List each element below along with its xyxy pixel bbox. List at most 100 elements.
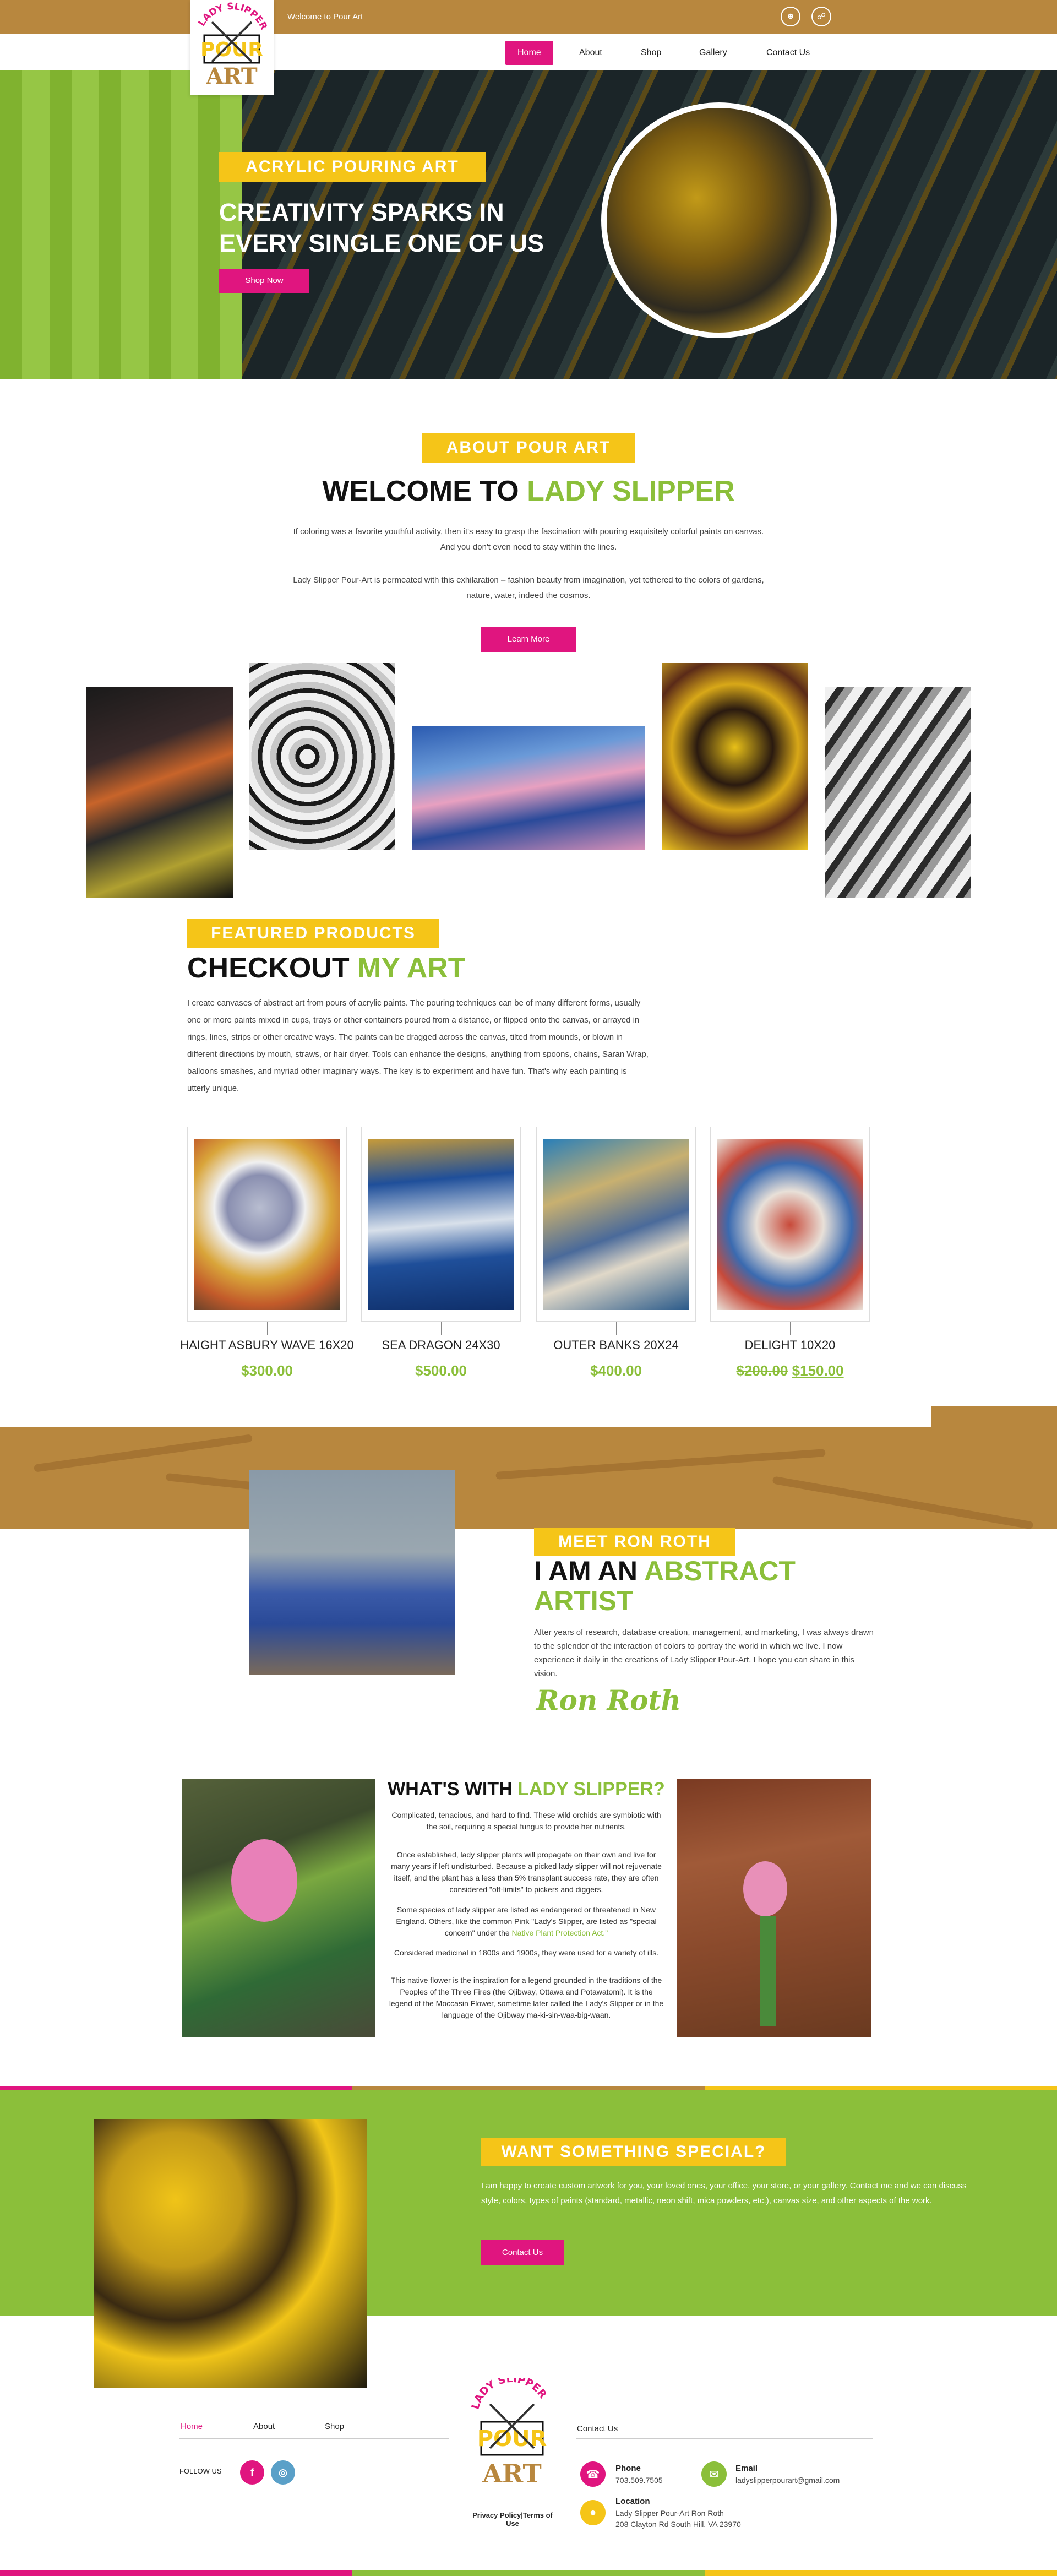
product-card-2[interactable] <box>361 1127 521 1322</box>
artist-photo <box>249 1470 455 1675</box>
svg-text:LADY SLIPPER: LADY SLIPPER <box>196 1 269 31</box>
featured-description: I create canvases of abstract art from p… <box>187 998 649 1093</box>
footer-link-about[interactable]: About <box>253 2422 275 2431</box>
gallery-image-3[interactable] <box>412 726 645 850</box>
product-price-4: $200.00 $150.00 <box>699 1362 881 1379</box>
follow-us-label: FOLLOW US <box>179 2467 222 2475</box>
user-icon[interactable]: ☻ <box>781 7 800 26</box>
product-image-2[interactable] <box>368 1139 514 1310</box>
shop-now-button[interactable]: Shop Now <box>219 269 309 293</box>
phone-label: Phone <box>615 2464 641 2473</box>
product-image-3[interactable] <box>543 1139 689 1310</box>
whats-paragraph-1: Complicated, tenacious, and hard to find… <box>391 1811 661 1831</box>
welcome-text: Welcome to Pour Art <box>287 12 363 21</box>
email-value[interactable]: ladyslipperpourart@gmail.com <box>735 2475 840 2486</box>
whats-paragraph-4: Considered medicinal in 1800s and 1900s,… <box>394 1948 659 1957</box>
top-bar: Welcome to Pour Art ☻ ☍ <box>0 0 1057 34</box>
meet-band <box>0 1427 1057 1529</box>
facebook-icon[interactable]: f <box>240 2460 264 2485</box>
product-name-1[interactable]: HAIGHT ASBURY WAVE 16X20 <box>176 1338 358 1352</box>
instagram-icon[interactable]: ◎ <box>271 2460 295 2485</box>
product-card-3[interactable] <box>536 1127 696 1322</box>
logo[interactable]: LADY SLIPPER POUR ART <box>190 0 274 95</box>
gallery-image-2[interactable] <box>249 663 395 850</box>
about-tag: ABOUT POUR ART <box>422 433 635 463</box>
native-plant-act-link[interactable]: Native Plant Protection Act." <box>512 1928 608 1937</box>
featured-title: CHECKOUT MY ART <box>187 952 466 985</box>
meet-title-black: I AM AN <box>534 1556 644 1586</box>
whats-title-green: LADY SLIPPER? <box>517 1779 665 1800</box>
featured-title-green: MY ART <box>357 952 466 984</box>
color-stripe-yellow <box>705 2086 1057 2090</box>
branch-shape <box>495 1449 826 1480</box>
location-icon: ● <box>580 2500 606 2525</box>
meet-title: I AM AN ABSTRACT ARTIST <box>534 1556 864 1616</box>
special-artwork <box>94 2119 367 2388</box>
bottom-stripe-green <box>352 2570 705 2576</box>
contact-us-button[interactable]: Contact Us <box>481 2240 564 2265</box>
location-line-2: 208 Clayton Rd South Hill, VA 23970 <box>615 2520 741 2529</box>
nav-shop[interactable]: Shop <box>629 41 673 65</box>
location-line-1: Lady Slipper Pour-Art Ron Roth <box>615 2509 724 2518</box>
footer-logo[interactable]: LADY SLIPPER POUR ART <box>469 2373 554 2501</box>
svg-text:LADY SLIPPER: LADY SLIPPER <box>470 2378 549 2411</box>
product-image-1[interactable] <box>194 1139 340 1310</box>
hero-title-line1: CREATIVITY SPARKS IN <box>219 198 504 226</box>
phone-icon: ☎ <box>580 2461 606 2487</box>
special-tag: WANT SOMETHING SPECIAL? <box>481 2138 786 2166</box>
about-title: WELCOME TO LADY SLIPPER <box>0 475 1057 508</box>
footer-logo-top-text: LADY SLIPPER <box>469 2373 549 2411</box>
signature: Ron Roth <box>536 1684 682 1716</box>
email-icon: ✉ <box>701 2461 727 2487</box>
product-image-4[interactable] <box>717 1139 863 1310</box>
nav-about[interactable]: About <box>567 41 614 65</box>
hero-green-pattern <box>0 70 242 379</box>
whats-paragraph-2: Once established, lady slipper plants wi… <box>391 1850 662 1894</box>
product-connector-1 <box>267 1322 268 1335</box>
nav-gallery[interactable]: Gallery <box>687 41 739 65</box>
learn-more-button[interactable]: Learn More <box>481 627 576 652</box>
product-sale-price-4: $150.00 <box>792 1362 844 1379</box>
product-name-3[interactable]: OUTER BANKS 20X24 <box>525 1338 707 1352</box>
product-connector-4 <box>790 1322 791 1335</box>
branch-shape <box>772 1476 1034 1529</box>
whats-paragraph-3: Some species of lady slipper are listed … <box>388 1904 665 1939</box>
color-stripe-pink <box>0 2086 352 2090</box>
product-old-price-4: $200.00 <box>736 1362 788 1379</box>
footer-link-shop[interactable]: Shop <box>325 2422 344 2431</box>
hero-art-circle <box>601 102 837 338</box>
about-paragraph-2: Lady Slipper Pour-Art is permeated with … <box>293 575 764 600</box>
hero-section: ACRYLIC POURING ART CREATIVITY SPARKS IN… <box>0 70 1057 379</box>
bottom-stripe-yellow <box>705 2570 1057 2576</box>
product-price-2: $500.00 <box>415 1362 467 1379</box>
product-name-2[interactable]: SEA DRAGON 24X30 <box>350 1338 532 1352</box>
footer-divider-right <box>576 2438 873 2439</box>
about-paragraph-1: If coloring was a favorite youthful acti… <box>293 527 764 552</box>
gallery-image-5[interactable] <box>825 687 971 898</box>
privacy-terms-link[interactable]: Privacy Policy|Terms of Use <box>466 2511 559 2528</box>
meet-band-notch <box>931 1406 1057 1428</box>
product-card-4[interactable] <box>710 1127 870 1322</box>
logo-top-text: LADY SLIPPER <box>196 1 269 31</box>
footer-link-home[interactable]: Home <box>181 2422 203 2431</box>
page: Welcome to Pour Art ☻ ☍ LADY SLIPPER POU… <box>0 0 1057 2576</box>
phone-value[interactable]: 703.509.7505 <box>615 2475 663 2486</box>
gallery-image-1[interactable] <box>86 687 233 898</box>
gallery-image-4[interactable] <box>662 663 808 850</box>
product-connector-2 <box>441 1322 442 1335</box>
featured-title-black: CHECKOUT <box>187 952 358 984</box>
nav-contact[interactable]: Contact Us <box>754 41 822 65</box>
nav-home[interactable]: Home <box>505 41 553 65</box>
hero-title: CREATIVITY SPARKS IN EVERY SINGLE ONE OF… <box>219 197 571 259</box>
product-price-1: $300.00 <box>241 1362 293 1379</box>
footer-divider-left <box>179 2438 449 2439</box>
location-label: Location <box>615 2497 650 2506</box>
hero-title-line2: EVERY SINGLE ONE OF US <box>219 229 544 257</box>
product-connector-3 <box>616 1322 617 1335</box>
footer-contact-title: Contact Us <box>577 2424 618 2433</box>
cart-icon[interactable]: ☍ <box>811 7 831 26</box>
product-card-1[interactable] <box>187 1127 347 1322</box>
product-name-4[interactable]: DELIGHT 10X20 <box>699 1338 881 1352</box>
hero-tag: ACRYLIC POURING ART <box>219 152 486 182</box>
footer-logo-pour-text: POUR <box>477 2426 547 2452</box>
